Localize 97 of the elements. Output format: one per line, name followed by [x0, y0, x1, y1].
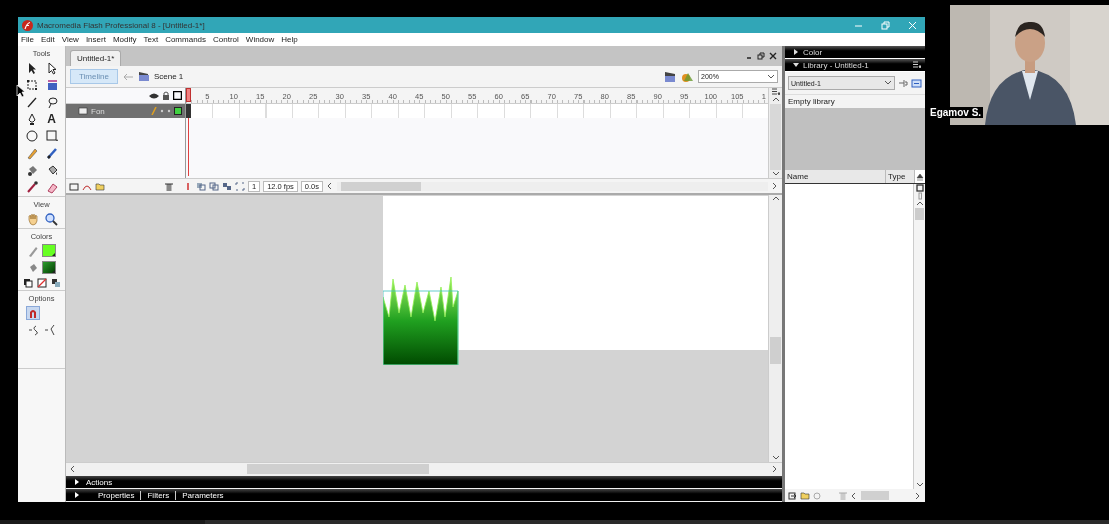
panel-bar[interactable]: Library - Untitled-1 — [785, 59, 925, 71]
participant-name: Egamov S. — [928, 107, 984, 118]
scroll-down-icon[interactable] — [771, 170, 780, 178]
new-folder-icon[interactable] — [800, 491, 810, 500]
scrollbar-thumb[interactable] — [770, 104, 781, 170]
grass-drawing[interactable] — [383, 277, 459, 365]
collapsed-triangle-icon[interactable] — [793, 49, 799, 55]
new-symbol-icon[interactable] — [788, 491, 797, 500]
brush-icon[interactable] — [44, 146, 59, 160]
panel-title[interactable]: Actions — [86, 477, 113, 487]
no-color-icon[interactable] — [36, 278, 47, 288]
scroll-left-icon[interactable] — [850, 491, 858, 500]
rectangle-icon[interactable] — [44, 129, 59, 143]
library-status: Empty library — [785, 94, 925, 108]
scroll-right-icon[interactable] — [771, 182, 779, 190]
scrollbar-thumb[interactable] — [861, 491, 889, 500]
panel-title[interactable]: Library - Untitled-1 — [803, 60, 908, 70]
close-icon[interactable] — [769, 52, 777, 60]
onion-outline-icon[interactable] — [209, 181, 219, 191]
collapsed-triangle-icon[interactable] — [74, 492, 80, 498]
menu-item[interactable]: Edit — [40, 35, 55, 44]
insert-layer-icon[interactable] — [69, 181, 79, 191]
folder-icon[interactable] — [95, 181, 105, 191]
scroll-left-icon[interactable] — [69, 465, 77, 473]
swap-colors-icon[interactable] — [50, 278, 61, 288]
edit-multiple-icon[interactable] — [222, 181, 232, 191]
document-tab[interactable]: Untitled-1* — [70, 50, 122, 66]
smooth-icon[interactable] — [27, 324, 40, 336]
new-library-panel-icon[interactable] — [911, 78, 922, 88]
menu-item[interactable]: Text — [143, 35, 159, 44]
collapsed-triangle-icon[interactable] — [74, 479, 80, 485]
panel-bar[interactable]: Color — [785, 46, 925, 58]
scroll-up-icon[interactable] — [915, 200, 924, 208]
scroll-down-icon[interactable] — [767, 72, 775, 81]
outline-icon[interactable] — [173, 91, 182, 100]
scene-icon — [137, 71, 150, 82]
fill-color-swatch[interactable] — [41, 261, 56, 274]
layer-icon — [78, 107, 88, 115]
trash-icon[interactable] — [165, 181, 173, 191]
paint-bucket-icon — [27, 261, 38, 274]
column-header[interactable]: Type — [886, 170, 915, 183]
panel-bar[interactable]: Properties Filters Parameters — [66, 489, 782, 501]
scrollbar-thumb[interactable] — [915, 208, 924, 220]
clapperboard-icon[interactable] — [664, 70, 677, 83]
scroll-down-icon[interactable] — [884, 79, 892, 87]
menu-item[interactable]: View — [61, 35, 79, 44]
dot-icon — [160, 109, 164, 113]
layer-name: Fon — [91, 106, 106, 116]
panel-tab[interactable]: Parameters — [175, 490, 224, 500]
pin-icon[interactable] — [898, 78, 908, 88]
menu-item[interactable]: Modify — [112, 35, 137, 44]
scrollbar-thumb[interactable] — [770, 337, 781, 364]
lock-icon[interactable] — [162, 91, 170, 100]
scroll-right-icon[interactable] — [914, 491, 922, 500]
transform-icon[interactable] — [24, 78, 39, 92]
scroll-down-icon[interactable] — [771, 454, 780, 462]
panel-bar[interactable]: Actions — [66, 476, 782, 488]
onion-markers-icon[interactable] — [235, 181, 245, 191]
panel-tab[interactable]: Properties — [98, 490, 135, 500]
menu-item[interactable]: Insert — [85, 35, 106, 44]
wide-view-icon[interactable] — [915, 184, 924, 192]
eye-icon[interactable] — [149, 91, 159, 100]
window-title: Macromedia Flash Professional 8 - [Untitled-1*] — [37, 20, 206, 30]
layer-row[interactable]: Fon — [66, 104, 185, 118]
panel-menu-icon[interactable] — [771, 88, 780, 96]
menu-item[interactable]: File — [21, 35, 34, 44]
oval-icon[interactable] — [24, 129, 39, 143]
eyedropper-icon[interactable] — [24, 180, 39, 194]
default-colors-icon[interactable] — [22, 278, 33, 288]
straighten-icon[interactable] — [43, 324, 56, 336]
expanded-triangle-icon[interactable] — [793, 62, 799, 68]
flash-logo-icon — [22, 19, 33, 31]
panel-tab[interactable]: Filters — [140, 490, 170, 500]
onion-skin-icon[interactable] — [196, 181, 206, 191]
dot-icon — [167, 109, 171, 113]
pencil-icon — [151, 107, 157, 115]
scene-label[interactable]: Scene 1 — [153, 72, 184, 81]
outline-color-icon — [174, 107, 182, 115]
scrollbar[interactable] — [66, 462, 782, 475]
pencil-icon — [27, 244, 38, 257]
magnet-icon[interactable] — [26, 306, 40, 320]
stroke-color-swatch[interactable] — [41, 244, 56, 257]
scroll-right-icon[interactable] — [771, 465, 779, 473]
search-icon[interactable] — [43, 212, 58, 226]
stage[interactable] — [383, 196, 768, 350]
scroll-up-icon[interactable] — [771, 195, 780, 203]
column-header[interactable]: Name — [785, 170, 886, 183]
panel-title[interactable]: Color — [803, 47, 921, 57]
menu-item[interactable]: Window — [245, 35, 275, 44]
scrollbar[interactable] — [337, 181, 768, 191]
menu-item[interactable]: Help — [281, 35, 298, 44]
restore-icon[interactable] — [757, 52, 765, 60]
menu-item[interactable]: Control — [213, 35, 239, 44]
text-tool[interactable]: A — [44, 112, 59, 126]
menu-item[interactable]: Commands — [165, 35, 207, 44]
scroll-down-icon[interactable] — [915, 481, 924, 489]
scroll-up-icon[interactable] — [771, 96, 780, 104]
